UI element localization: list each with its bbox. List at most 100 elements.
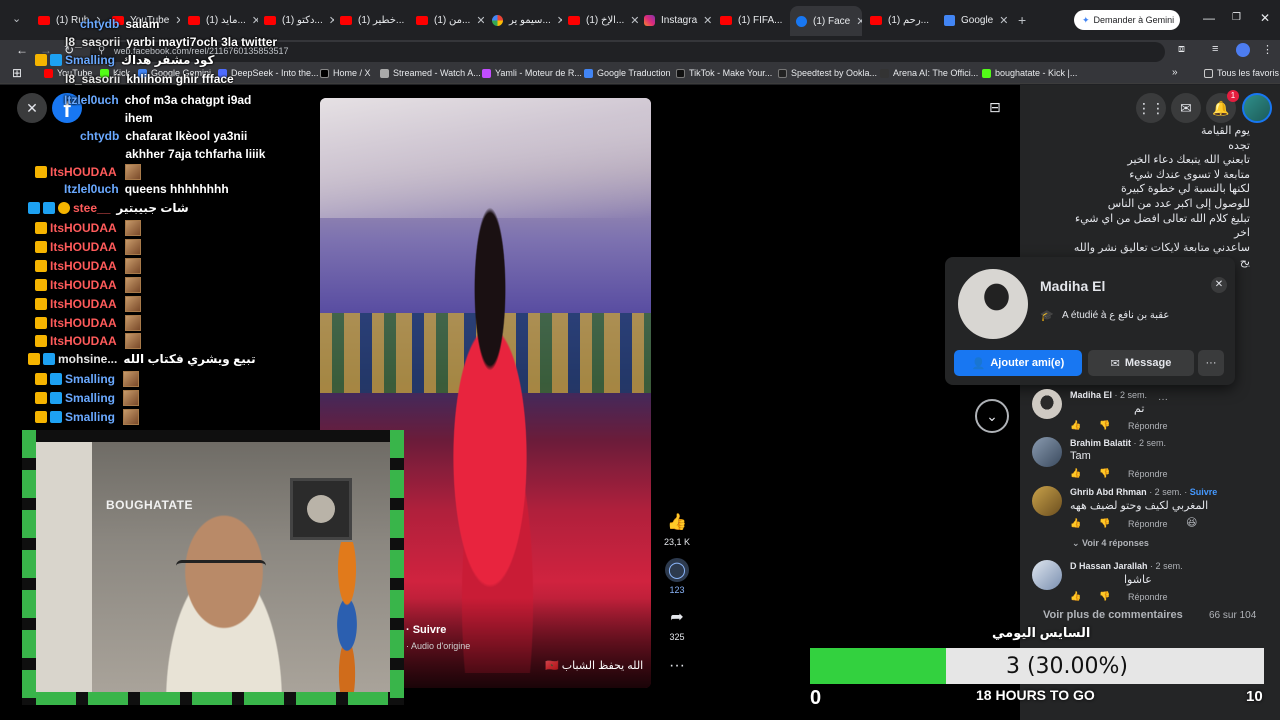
card-more-button[interactable]: ··· [1198, 350, 1224, 376]
close-tab-icon[interactable]: ✕ [329, 14, 334, 27]
see-replies-link[interactable]: ⌄ Voir 4 réponses [1072, 538, 1149, 549]
close-tab-icon[interactable]: ✕ [703, 14, 712, 27]
restore-icon[interactable]: ❐ [1232, 12, 1241, 23]
comment-like-icon[interactable]: 👍 [1070, 468, 1081, 479]
bookmark-item[interactable]: TikTok - Make Your... [676, 68, 772, 78]
more-comments-link[interactable]: Voir plus de commentaires [1043, 609, 1183, 621]
commenter-avatar[interactable] [1032, 560, 1062, 590]
close-window-icon[interactable]: ✕ [1260, 11, 1270, 25]
x-icon [320, 68, 329, 78]
follow-commenter-link[interactable]: Suivre [1190, 487, 1218, 497]
reply-button[interactable]: Répondre [1128, 421, 1168, 431]
arena-icon [880, 68, 889, 78]
emote-icon [123, 409, 140, 425]
add-friend-icon: 👤 [971, 357, 986, 370]
comment-author[interactable]: Ghrib Abd Rhman · 2 sem. · Suivre [1070, 487, 1217, 497]
close-tab-icon[interactable]: ✕ [557, 14, 562, 27]
browser-tab-active[interactable]: (1) Face ✕ [790, 6, 862, 36]
browser-tab[interactable]: (1) خطير...✕ [340, 8, 408, 32]
profile-avatar[interactable] [1236, 43, 1250, 57]
tab-search-chevron-icon[interactable]: ⌄ [12, 12, 21, 25]
comment-text: المغربي لكيف وحتو لضيف ههه [1070, 500, 1209, 512]
reply-button[interactable]: Répondre [1128, 469, 1168, 479]
comment-dislike-icon[interactable]: 👎 [1099, 468, 1110, 479]
browser-tab[interactable]: (1) FIFA...✕ [720, 8, 786, 32]
youtube-icon [340, 15, 352, 25]
follow-link[interactable]: · Suivre [406, 624, 446, 636]
close-card-icon[interactable]: ✕ [1211, 277, 1227, 293]
gemini-button[interactable]: ✦ Demander à Gemini [1074, 10, 1180, 30]
youtube-icon [38, 15, 50, 25]
bookmark-item[interactable]: Speedtest by Ookla... [778, 68, 877, 78]
comment-author[interactable]: Brahim Balatit · 2 sem. [1070, 438, 1166, 448]
moderator-badge-icon [28, 202, 40, 214]
facebook-icon [796, 15, 807, 27]
instagram-icon [644, 14, 655, 26]
bookmark-item[interactable]: boughatate - Kick |... [982, 68, 1077, 78]
close-tab-icon[interactable]: ✕ [476, 14, 484, 27]
comment-like-icon[interactable]: 👍 [1070, 591, 1081, 602]
add-friend-button[interactable]: 👤 Ajouter ami(e) [954, 350, 1082, 376]
emote-icon [123, 390, 140, 406]
profile-name[interactable]: Madiha El [1040, 278, 1105, 294]
expand-panel-icon[interactable]: ⊟ [989, 99, 1001, 116]
education-icon: 🎓 [1040, 310, 1054, 322]
close-reel-button[interactable]: ✕ [17, 93, 47, 123]
close-tab-icon[interactable]: ✕ [856, 15, 862, 28]
media-icon[interactable]: ≡ [1212, 43, 1218, 55]
profile-photo[interactable] [958, 269, 1028, 339]
chrome-menu-icon[interactable]: ⋮ [1262, 43, 1273, 56]
comment-like-icon[interactable]: 👍 [1070, 420, 1081, 431]
apps-grid-icon[interactable]: ⊞ [12, 66, 22, 80]
back-icon[interactable]: ← [16, 43, 28, 57]
close-tab-icon[interactable]: ✕ [999, 14, 1008, 27]
close-tab-icon[interactable]: ✕ [630, 14, 638, 27]
browser-tab[interactable]: (1) من... ✕ [416, 8, 484, 32]
more-bookmarks-icon[interactable]: » [1172, 67, 1178, 78]
extensions-icon[interactable]: ⧈ [1178, 43, 1185, 56]
reply-button[interactable]: Répondre [1128, 592, 1168, 602]
account-avatar[interactable] [1242, 93, 1272, 123]
bookmark-item[interactable]: Google Traduction [584, 68, 671, 78]
messenger-button[interactable]: ✉ [1171, 93, 1201, 123]
comment-options-icon[interactable]: ··· [1158, 394, 1168, 405]
comment-dislike-icon[interactable]: 👎 [1099, 591, 1110, 602]
like-action[interactable]: 👍 23,1 K [657, 510, 697, 547]
youtube-icon [416, 15, 428, 25]
comment-author[interactable]: Madiha El · 2 sem. [1070, 390, 1147, 400]
reply-button[interactable]: Répondre [1128, 519, 1168, 529]
browser-tab[interactable]: سيمو ير... ✕ [492, 8, 562, 32]
browser-tab[interactable]: (1) مايد... ✕ [188, 8, 258, 32]
audio-label[interactable]: · Audio d'origine [406, 641, 470, 651]
browser-tab[interactable]: (1) الإخ... ✕ [568, 8, 638, 32]
bookmark-item[interactable]: Home / X [320, 68, 371, 78]
bookmark-item[interactable]: Arena AI: The Offici... [880, 68, 978, 78]
laugh-reaction-icon: 😆 [1186, 517, 1198, 529]
share-action[interactable]: ➦ 325 [657, 605, 697, 642]
comment-author[interactable]: D Hassan Jarallah · 2 sem. [1070, 561, 1183, 571]
browser-tab[interactable]: Instagra ✕ [644, 8, 714, 32]
close-tab-icon[interactable]: ✕ [175, 14, 180, 27]
comment-like-icon[interactable]: 👍 [1070, 518, 1081, 529]
close-tab-icon[interactable]: ✕ [252, 14, 258, 27]
more-action[interactable]: ··· [657, 654, 697, 681]
emote-icon [123, 371, 140, 387]
commenter-avatar[interactable] [1032, 437, 1062, 467]
minimize-icon[interactable]: — [1203, 11, 1215, 25]
browser-tab[interactable]: (1) دكتو... ✕ [264, 8, 334, 32]
commenter-avatar[interactable] [1032, 486, 1062, 516]
browser-tab[interactable]: Google ✕ [944, 8, 1014, 32]
next-reel-button[interactable]: ⌄ [975, 399, 1009, 433]
commenter-avatar[interactable] [1032, 389, 1062, 419]
message-button[interactable]: ✉ Message [1088, 350, 1194, 376]
close-tab-icon[interactable]: ✕ [935, 14, 936, 27]
comment-dislike-icon[interactable]: 👎 [1099, 420, 1110, 431]
browser-tab[interactable]: (1) رحم...✕ [870, 8, 936, 32]
comment-dislike-icon[interactable]: 👎 [1099, 518, 1110, 529]
comment-action[interactable]: ◯ 123 [657, 558, 697, 595]
bookmark-item[interactable]: Streamed - Watch A... [380, 68, 481, 78]
bookmark-item[interactable]: Yamli - Moteur de R... [482, 68, 582, 78]
all-bookmarks-folder[interactable]: Tous les favoris [1204, 68, 1279, 78]
menu-grid-button[interactable]: ⋮⋮ [1136, 93, 1166, 123]
new-tab-icon[interactable]: + [1018, 12, 1026, 28]
